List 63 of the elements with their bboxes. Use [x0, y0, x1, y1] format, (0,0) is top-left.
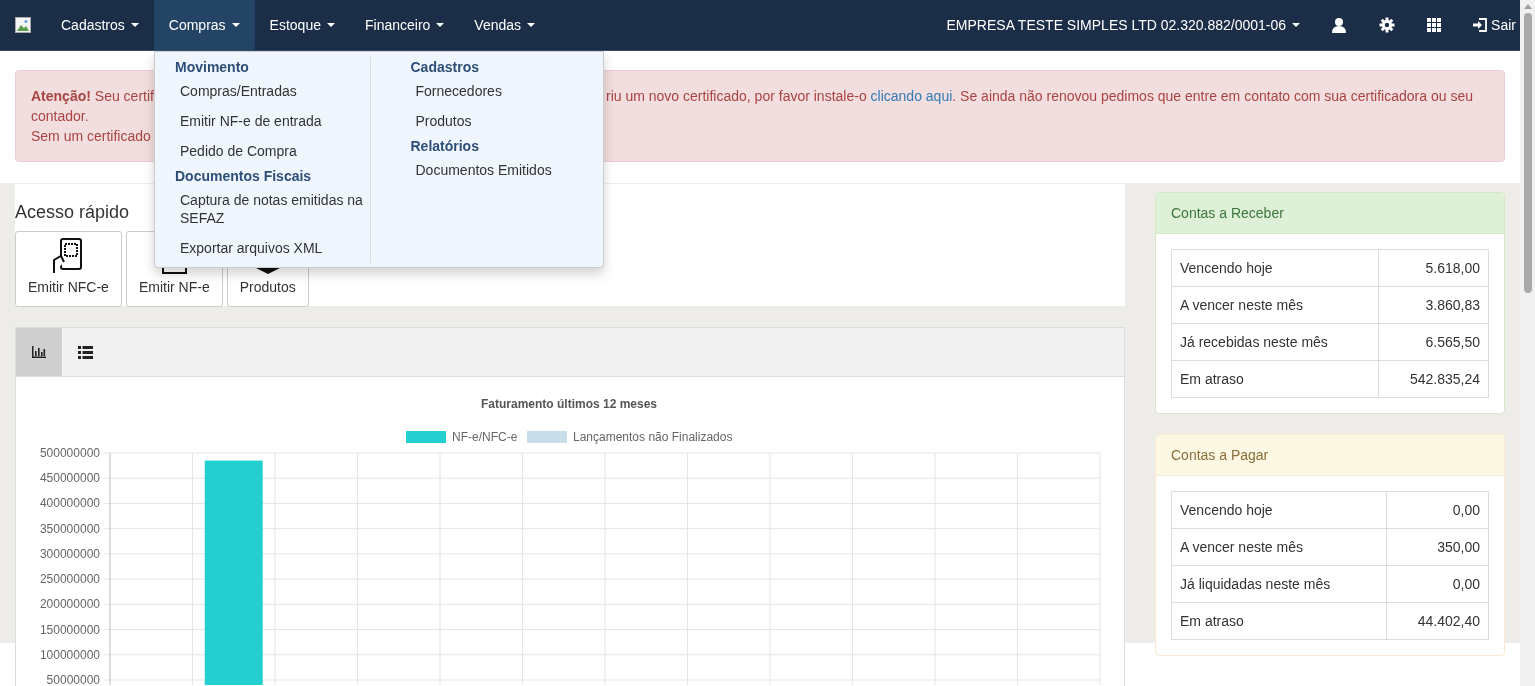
menu-item[interactable]: Pedido de Compra [175, 136, 302, 166]
legend-label: Lançamentos não Finalizados [573, 430, 733, 444]
y-tick-label: 350000000 [39, 521, 100, 536]
menu-section-title: Relatórios [410, 137, 480, 155]
table-cell: Já liquidadas neste mês [1171, 565, 1387, 603]
scrollbar[interactable] [1520, 0, 1535, 686]
nav-menu[interactable]: Financeiro [350, 0, 460, 50]
chart-title: Faturamento últimos 12 meses [480, 397, 658, 411]
table-cell: A vencer neste mês [1171, 286, 1379, 324]
alert-text: Sem um certificado [31, 127, 151, 146]
menu-item[interactable]: Produtos [410, 106, 477, 136]
y-tick-label: 200000000 [39, 597, 100, 612]
logout-icon [1473, 18, 1488, 32]
y-tick-label: 450000000 [39, 471, 100, 486]
table-cell: 0,00 [1386, 565, 1489, 603]
table-cell: 44.402,40 [1386, 602, 1489, 640]
nav-menu[interactable]: Cadastros [46, 0, 154, 50]
menu-section-title: Cadastros [410, 58, 480, 76]
alert-text: Atenção! Seu certif [31, 87, 154, 106]
shortcut-button[interactable]: Emitir NFC-e [15, 231, 122, 307]
panel-title: Contas a Pagar [1156, 435, 1504, 476]
alert-text: contador. [31, 107, 89, 126]
nav-menu[interactable]: Vendas [459, 0, 551, 50]
view-tab[interactable] [16, 328, 62, 376]
y-tick-label: 300000000 [39, 546, 100, 561]
logout-link[interactable]: Sair [1457, 0, 1520, 50]
table-cell: Vencendo hoje [1171, 249, 1379, 287]
menu-item[interactable]: Captura de notas emitidas na SEFAZ [175, 185, 370, 233]
y-tick-label: 150000000 [39, 622, 100, 637]
table-cell: Em atraso [1171, 602, 1387, 640]
legend-label: NF-e/NFC-e [452, 430, 518, 444]
nav-menu[interactable]: Estoque [254, 0, 350, 50]
table-cell: A vencer neste mês [1171, 528, 1387, 566]
section-title: Acesso rápido [15, 201, 130, 223]
table-cell: 3.860,83 [1378, 286, 1489, 324]
table-cell: Vencendo hoje [1171, 491, 1387, 529]
nav-menu[interactable]: Compras [153, 0, 255, 50]
scrollbar-thumb[interactable] [1523, 13, 1532, 293]
y-tick-label: 50000000 [46, 673, 100, 685]
y-tick-label: 250000000 [39, 572, 100, 587]
panel-title: Contas a Receber [1156, 193, 1504, 234]
menu-section-title: Documentos Fiscais [175, 167, 313, 185]
table-cell: Já recebidas neste mês [1171, 323, 1379, 361]
y-tick-label: 500000000 [39, 446, 100, 460]
table-cell: 350,00 [1386, 528, 1489, 566]
menu-item[interactable]: Emitir NF-e de entrada [175, 106, 327, 136]
menu-item[interactable]: Fornecedores [410, 76, 507, 106]
table-cell: 5.618,00 [1378, 249, 1489, 287]
alert-text: riu um novo certificado, por favor instale-o clicando aqui. Se ainda não renovou pedimos que entre em contato com sua certificadora ou seu [606, 87, 1473, 106]
menu-item[interactable]: Compras/Entradas [175, 76, 302, 106]
table-cell: 0,00 [1386, 491, 1489, 529]
menu-item[interactable]: Documentos Emitidos [410, 155, 557, 185]
company-dropdown[interactable]: EMPRESA TESTE SIMPLES LTD 02.320.882/0001-06 [931, 0, 1316, 50]
table-cell: 542.835,24 [1378, 360, 1489, 398]
list-icon [77, 345, 93, 359]
menu-section-title: Movimento [175, 58, 250, 76]
y-tick-label: 100000000 [39, 647, 100, 662]
table-cell: Em atraso [1171, 360, 1379, 398]
broken-image-icon [15, 17, 31, 33]
y-tick-label: 400000000 [39, 496, 100, 511]
phone-qr-icon [52, 238, 85, 274]
bar-chart-icon [32, 346, 46, 358]
table-cell: 6.565,50 [1378, 323, 1489, 361]
